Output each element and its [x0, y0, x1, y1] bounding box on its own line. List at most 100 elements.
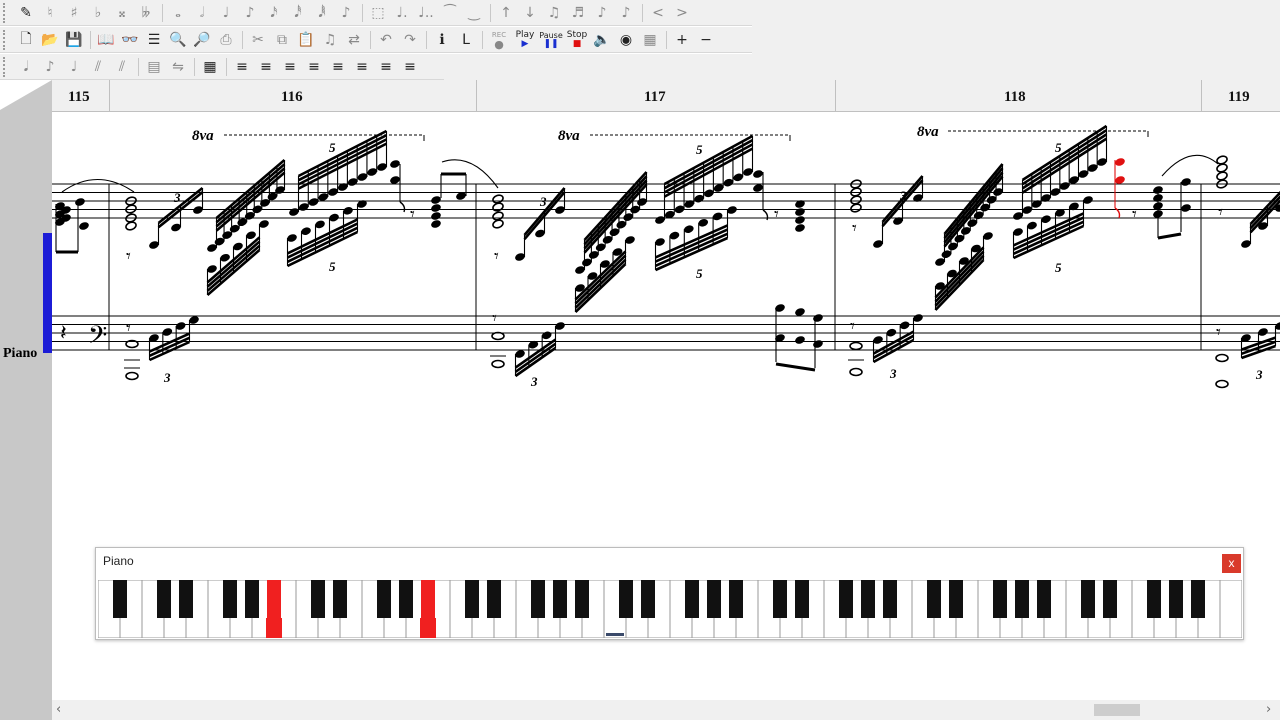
- flag-button[interactable]: ♪: [38, 56, 62, 78]
- measure-repeat-button[interactable]: ⇋: [166, 56, 190, 78]
- open-file-button[interactable]: 📂: [38, 29, 62, 51]
- staff-selection-bar[interactable]: [43, 233, 52, 353]
- info-button[interactable]: ℹ: [430, 29, 454, 51]
- sharp-button[interactable]: ♯: [62, 2, 86, 24]
- black-key: [1037, 580, 1051, 618]
- black-key: [553, 580, 567, 618]
- rec-button[interactable]: REC ●: [486, 31, 512, 50]
- print-preview-icon: 🔎: [193, 31, 211, 48]
- notehead: [753, 170, 763, 178]
- grace-note-button[interactable]: ♪: [334, 2, 358, 24]
- sixteenth-note-button[interactable]: 𝅘𝅥𝅯: [262, 2, 286, 24]
- triplet-icon: ♬: [571, 4, 585, 21]
- align-right-button[interactable]: ≡: [278, 56, 302, 78]
- half-note-button[interactable]: 𝅗𝅥: [190, 2, 214, 24]
- stem-short-button[interactable]: ♩: [62, 56, 86, 78]
- double-dotted-note-button[interactable]: ♩..: [414, 2, 438, 24]
- copy-button[interactable]: ⧉: [270, 29, 294, 51]
- speaker-button[interactable]: 🔈: [590, 29, 614, 51]
- close-button[interactable]: x: [1222, 554, 1241, 573]
- tie-button[interactable]: ⁀: [438, 2, 462, 24]
- zoom-out-button[interactable]: −: [694, 29, 718, 51]
- decrescendo-button[interactable]: >: [670, 2, 694, 24]
- measure-button[interactable]: ▤: [142, 56, 166, 78]
- double-sharp-button[interactable]: 𝄪: [110, 2, 134, 24]
- play-button[interactable]: Play ▶: [512, 30, 538, 49]
- keyboard-icon: ▦: [643, 31, 657, 48]
- cut-button[interactable]: ✂: [246, 29, 270, 51]
- stop-button[interactable]: Stop ■: [564, 30, 590, 49]
- metronome-button[interactable]: ◉: [614, 29, 638, 51]
- toolbar-grip[interactable]: [3, 56, 11, 77]
- grid-button[interactable]: ▦: [198, 56, 222, 78]
- save-button[interactable]: 💾: [62, 29, 86, 51]
- spacing-button[interactable]: ≡: [350, 56, 374, 78]
- stem-up-button[interactable]: ↑: [494, 2, 518, 24]
- align-center-button[interactable]: ≡: [254, 56, 278, 78]
- scroll-right-icon[interactable]: ›: [1266, 702, 1271, 717]
- view-glasses-button[interactable]: 👓: [118, 29, 142, 51]
- view-glasses-icon: 👓: [121, 31, 139, 48]
- redo-button[interactable]: ↷: [398, 29, 422, 51]
- align-justify-button[interactable]: ≡: [302, 56, 326, 78]
- double-flat-button[interactable]: 𝄫: [134, 2, 158, 24]
- horizontal-scrollbar[interactable]: ‹ ›: [52, 700, 1280, 720]
- measure-number-118[interactable]: 118: [1004, 89, 1026, 106]
- beam-button[interactable]: ♫: [542, 2, 566, 24]
- rest-select-button[interactable]: ⬚: [366, 2, 390, 24]
- align-left-button[interactable]: ≡: [230, 56, 254, 78]
- scroll-left-icon[interactable]: ‹: [56, 702, 61, 717]
- measure-number-119[interactable]: 119: [1228, 89, 1250, 106]
- scrollbar-thumb[interactable]: [1094, 704, 1140, 716]
- new-file-button[interactable]: 🗋: [14, 29, 38, 51]
- whole-note-button[interactable]: 𝅝: [166, 2, 190, 24]
- tremolo-button[interactable]: ⫽: [86, 56, 110, 78]
- black-key: [883, 580, 897, 618]
- eighth-note-button[interactable]: ♪: [238, 2, 262, 24]
- staff-header-panel: Piano: [0, 80, 52, 705]
- piano-keyboard[interactable]: [98, 580, 1242, 638]
- insert-note-button[interactable]: ♫: [318, 29, 342, 51]
- voice-down-button[interactable]: ♪: [614, 2, 638, 24]
- natural-button[interactable]: ♮: [38, 2, 62, 24]
- flat-button[interactable]: ♭: [86, 2, 110, 24]
- voice-up-button[interactable]: ♪: [590, 2, 614, 24]
- pause-button[interactable]: Pause ❚❚: [538, 31, 564, 49]
- instrument-label[interactable]: Piano: [3, 346, 37, 362]
- toolbar-grip[interactable]: [3, 29, 11, 50]
- tremolo-2-button[interactable]: ⫽: [110, 56, 134, 78]
- crescendo-button[interactable]: <: [646, 2, 670, 24]
- stem-button[interactable]: 𝅘𝅥: [14, 56, 38, 78]
- score-canvas[interactable]: 𝄢 𝄽 𝄾 𝄾 𝄾 𝄾 𝄾 𝄾 𝄾 𝄾 𝄾 𝄾 𝄾 8va 8va 8va 3 5 5 3 5 5 3 5 5 3 3 3 3: [52, 112, 1280, 542]
- lyrics-button[interactable]: L: [454, 29, 478, 51]
- edit-button[interactable]: ✎: [14, 2, 38, 24]
- keyboard-button[interactable]: ▦: [638, 29, 662, 51]
- stem-down-button[interactable]: ↓: [518, 2, 542, 24]
- beam: [297, 138, 388, 186]
- quarter-note-button[interactable]: ♩: [214, 2, 238, 24]
- spacing-2-button[interactable]: ≡: [374, 56, 398, 78]
- distribute-button[interactable]: ≡: [326, 56, 350, 78]
- zoom-in-button[interactable]: +: [670, 29, 694, 51]
- measure-number-116[interactable]: 116: [281, 89, 303, 106]
- measure-number-117[interactable]: 117: [644, 89, 666, 106]
- slur-button[interactable]: ‿: [462, 2, 486, 24]
- move-button[interactable]: ⇄: [342, 29, 366, 51]
- print-button[interactable]: ⎙: [214, 29, 238, 51]
- beam: [1021, 133, 1108, 190]
- undo-button[interactable]: ↶: [374, 29, 398, 51]
- outline-button[interactable]: ☰: [142, 29, 166, 51]
- thirty-second-note-button[interactable]: 𝅘𝅥𝅰: [286, 2, 310, 24]
- spacing-2-icon: ≡: [380, 58, 392, 75]
- book-button[interactable]: 📖: [94, 29, 118, 51]
- print-preview-button[interactable]: 🔎: [190, 29, 214, 51]
- spacing-3-button[interactable]: ≡: [398, 56, 422, 78]
- triplet-button[interactable]: ♬: [566, 2, 590, 24]
- sixty-fourth-note-button[interactable]: 𝅘𝅥𝅱: [310, 2, 334, 24]
- measure-ruler[interactable]: 115 116 117 118 119: [52, 80, 1280, 112]
- zoom-button[interactable]: 🔍: [166, 29, 190, 51]
- toolbar-grip[interactable]: [3, 2, 11, 23]
- measure-number-115[interactable]: 115: [68, 89, 90, 106]
- paste-button[interactable]: 📋: [294, 29, 318, 51]
- dotted-note-button[interactable]: ♩.: [390, 2, 414, 24]
